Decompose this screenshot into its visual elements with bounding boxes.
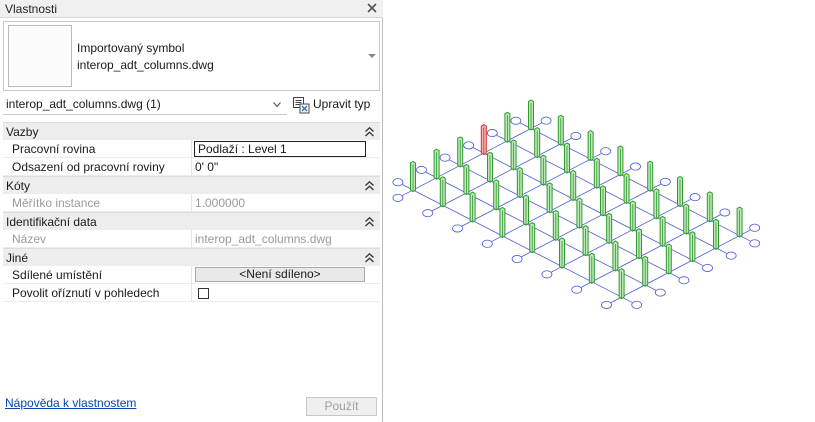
work-plane-field[interactable]: Podlaží : Level 1 (194, 141, 366, 157)
edit-type-icon (293, 97, 310, 114)
property-row-work-plane: Pracovní rovina Podlaží : Level 1 (3, 140, 380, 158)
property-row-name: Název interop_adt_columns.dwg (3, 230, 380, 248)
property-name: Měřítko instance (12, 196, 101, 210)
grid-bubble (749, 239, 761, 248)
grid-bubble (540, 116, 552, 125)
offset-field[interactable]: 0' 0" (195, 160, 218, 174)
type-selector[interactable]: Importovaný symbol interop_adt_columns.d… (3, 21, 380, 91)
apply-button[interactable]: Použít (306, 397, 377, 416)
group-constraints-header[interactable]: Vazby (3, 122, 380, 140)
grid-bubble (416, 165, 427, 174)
grid-line (402, 184, 633, 303)
grid-bubble (510, 116, 522, 125)
edit-type-button[interactable]: Upravit typ (291, 95, 379, 115)
column-grid-drawing[interactable] (384, 0, 815, 422)
group-other-header[interactable]: Jiné (3, 248, 380, 266)
3d-viewport[interactable] (384, 0, 815, 422)
type-name: interop_adt_columns.dwg (77, 58, 214, 72)
property-name: Sdílené umístění (12, 268, 103, 282)
property-name: Název (12, 232, 47, 246)
grid-bubble (392, 178, 404, 187)
properties-grid: Vazby Pracovní rovina Podlaží : Level 1 … (3, 122, 380, 302)
group-identity-header[interactable]: Identifikační data (3, 212, 380, 230)
grid-bubble (511, 255, 523, 264)
grid-line (580, 214, 721, 288)
property-row-instance-scale: Měřítko instance 1.000000 (3, 194, 380, 212)
property-name: Povolit oříznutí v pohledech (12, 286, 160, 300)
collapse-icon[interactable] (365, 127, 374, 137)
grid-bubble (463, 141, 475, 150)
grid-bubble (725, 251, 737, 260)
grid-bubble (571, 285, 583, 294)
grid-bubble (678, 276, 690, 285)
grid-bubble (422, 209, 434, 218)
allow-crop-checkbox[interactable] (198, 288, 209, 299)
grid-bubble (749, 223, 761, 232)
edit-type-label: Upravit typ (313, 97, 371, 111)
collapse-icon[interactable] (365, 253, 374, 263)
property-row-allow-crop: Povolit oříznutí v pohledech (3, 284, 380, 302)
instance-filter-label: interop_adt_columns.dwg (1) (6, 97, 161, 111)
instance-scale-value: 1.000000 (195, 196, 246, 210)
group-label: Identifikační data (6, 215, 97, 229)
property-name: Odsazení od pracovní roviny (12, 160, 165, 174)
shared-location-button[interactable]: <Není sdíleno> (195, 267, 365, 282)
chevron-down-icon[interactable] (368, 53, 376, 59)
property-name: Pracovní rovina (12, 142, 96, 156)
grid-bubble (541, 270, 553, 279)
group-label: Kóty (6, 179, 31, 193)
grid-bubble (439, 153, 451, 162)
properties-palette: Vlastnosti Importovaný symbol interop_ad… (0, 0, 383, 422)
collapse-icon[interactable] (365, 181, 374, 191)
grid-line (610, 229, 751, 304)
type-family-name: Importovaný symbol (77, 41, 185, 55)
type-preview-thumbnail (8, 25, 72, 87)
grid-bubble (631, 300, 643, 309)
grid-bubble (719, 208, 731, 217)
grid-bubble (630, 162, 641, 171)
palette-titlebar: Vlastnosti (0, 0, 383, 18)
group-dimensions-header[interactable]: Kóty (3, 176, 380, 194)
collapse-icon[interactable] (365, 217, 374, 227)
grid-bubble (659, 177, 671, 186)
grid-bubble (452, 224, 463, 233)
grid-bubble (481, 239, 493, 248)
properties-help-link[interactable]: Nápověda k vlastnostem (5, 396, 136, 410)
grid-bubble (601, 300, 612, 309)
property-row-shared-location: Sdílené umístění <Není sdíleno> (3, 266, 380, 284)
grid-bubble (570, 131, 582, 140)
grid-bubble (654, 288, 666, 297)
group-label: Jiné (6, 251, 29, 265)
grid-bubble (702, 263, 713, 272)
chevron-down-icon[interactable] (273, 102, 281, 108)
grid-bubble (392, 193, 404, 202)
palette-title: Vlastnosti (5, 2, 58, 16)
grid-bubble (486, 129, 498, 138)
property-row-offset: Odsazení od pracovní roviny 0' 0" (3, 158, 380, 176)
instance-filter-dropdown[interactable]: interop_adt_columns.dwg (1) (3, 95, 287, 115)
name-value: interop_adt_columns.dwg (195, 232, 332, 246)
close-icon[interactable] (365, 1, 379, 15)
grid-bubble (600, 147, 612, 156)
grid-bubble (689, 193, 701, 202)
group-label: Vazby (6, 125, 39, 139)
